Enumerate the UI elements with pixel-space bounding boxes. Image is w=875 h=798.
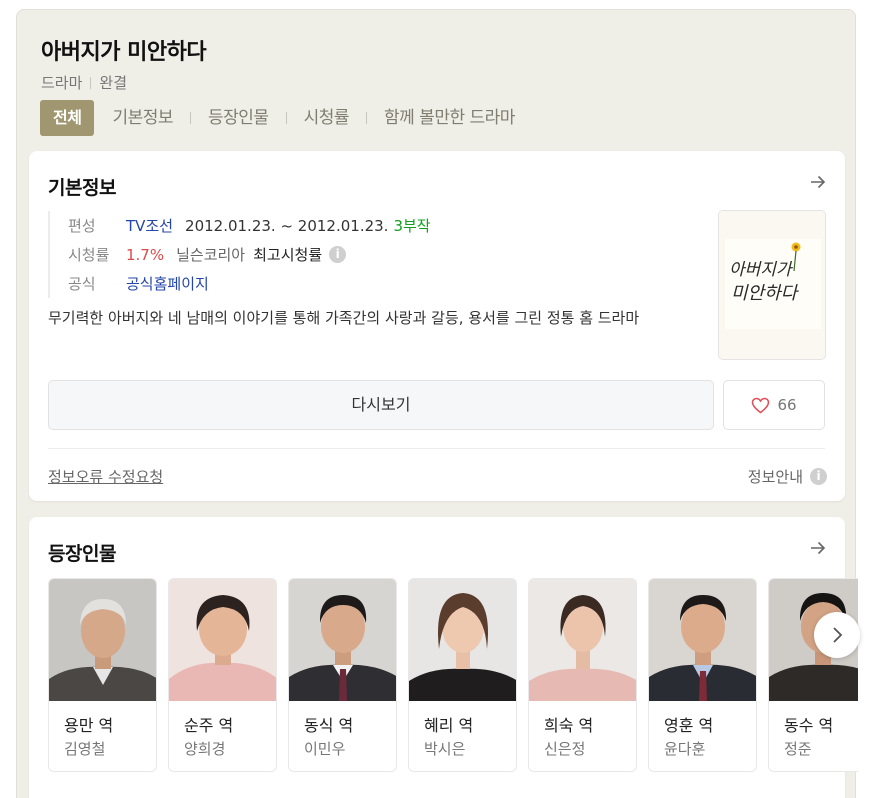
rating-value: 1.7% <box>126 245 165 264</box>
section-divider <box>48 448 825 449</box>
heart-icon <box>752 397 770 413</box>
episode-count: 3부작 <box>393 217 431 235</box>
tab-cast[interactable]: 등장인물 <box>208 100 269 136</box>
actor-name: 김영철 <box>64 740 106 758</box>
role-name: 순주 역 <box>184 716 234 735</box>
cast-member[interactable]: 혜리 역 박시은 <box>408 578 517 772</box>
actor-photo <box>169 579 276 701</box>
actor-name: 정준 <box>784 740 812 758</box>
drama-panel: 아버지가 미안하다 드라마 완결 전체 기본정보 등장인물 시청률 함께 볼만한… <box>16 9 858 798</box>
actor-name: 이민우 <box>304 740 346 758</box>
info-guide-link[interactable]: 정보안내 i <box>748 466 827 487</box>
rating-row: 시청률 1.7% 닐슨코리아 최고시청률 i <box>68 240 431 269</box>
official-homepage-link[interactable]: 공식홈페이지 <box>126 273 209 294</box>
actor-name: 양희경 <box>184 740 226 758</box>
cast-member[interactable]: 영훈 역 윤다훈 <box>648 578 757 772</box>
status-label: 완결 <box>99 74 128 92</box>
cast-carousel: 용만 역 김영철 순주 역 양희경 동식 역 이민우 혜리 역 박시은 희숙 역… <box>48 578 858 773</box>
cast-heading: 등장인물 <box>48 543 116 565</box>
role-name: 영훈 역 <box>664 716 714 735</box>
actor-photo <box>49 579 156 701</box>
official-label: 공식 <box>68 275 96 293</box>
meta-divider <box>90 76 92 89</box>
tab-divider <box>285 112 287 124</box>
cast-member[interactable]: 희숙 역 신은정 <box>528 578 637 772</box>
poster-title-line2: 미안하다 <box>731 283 800 304</box>
tab-divider <box>366 112 367 124</box>
tab-related-dramas[interactable]: 함께 볼만한 드라마 <box>384 100 515 136</box>
tab-ratings[interactable]: 시청률 <box>304 100 350 136</box>
basic-info-card: 기본정보 편성 TV조선 2012.01.23. ~ 2012.01.23. 3… <box>29 151 845 501</box>
poster-title-line1: 아버지가 <box>729 260 794 280</box>
poster-image[interactable]: 아버지가 미안하다 <box>718 210 826 360</box>
cast-member[interactable]: 동수 역 정준 <box>768 578 858 772</box>
rating-note: 최고시청률 <box>253 246 323 264</box>
basic-info-heading: 기본정보 <box>48 177 116 199</box>
tab-basic-info[interactable]: 기본정보 <box>112 100 173 136</box>
synopsis: 무기력한 아버지와 네 남매의 이야기를 통해 가족간의 사랑과 갈등, 용서를… <box>48 309 640 327</box>
info-icon[interactable]: i <box>329 246 347 263</box>
like-count: 66 <box>777 396 797 414</box>
actor-photo <box>649 579 756 701</box>
carousel-next-button[interactable] <box>814 612 860 658</box>
genre-label: 드라마 <box>41 74 83 92</box>
role-name: 동수 역 <box>784 716 834 735</box>
actor-photo <box>529 579 636 701</box>
broadcast-label: 편성 <box>68 217 96 235</box>
broadcast-dates: 2012.01.23. ~ 2012.01.23. <box>185 216 389 235</box>
meta-line: 드라마 완결 <box>41 72 127 93</box>
official-row: 공식 공식홈페이지 <box>68 269 431 298</box>
channel-link[interactable]: TV조선 <box>126 215 173 236</box>
info-icon: i <box>810 468 827 485</box>
chevron-right-icon <box>833 627 843 643</box>
arrow-right-icon[interactable] <box>809 539 827 557</box>
tab-bar: 전체 기본정보 등장인물 시청률 함께 볼만한 드라마 <box>40 100 515 136</box>
page-title: 아버지가 미안하다 <box>41 40 207 65</box>
role-name: 용만 역 <box>64 716 114 735</box>
role-name: 희숙 역 <box>544 716 594 735</box>
broadcast-row: 편성 TV조선 2012.01.23. ~ 2012.01.23. 3부작 <box>68 211 431 240</box>
info-guide-label: 정보안내 <box>747 468 803 486</box>
rewatch-button[interactable]: 다시보기 <box>48 380 714 430</box>
cast-member[interactable]: 동식 역 이민우 <box>288 578 397 772</box>
tab-divider <box>190 112 192 124</box>
like-button[interactable]: 66 <box>723 380 825 430</box>
cast-member[interactable]: 용만 역 김영철 <box>48 578 157 772</box>
actor-name: 박시은 <box>424 740 466 758</box>
actor-name: 신은정 <box>544 740 586 758</box>
actor-photo <box>289 579 396 701</box>
cast-card: 등장인물 용만 역 김영철 순주 역 양희경 동식 역 이민우 혜리 역 박시은… <box>29 517 858 798</box>
role-name: 동식 역 <box>304 716 354 735</box>
cast-member[interactable]: 순주 역 양희경 <box>168 578 277 772</box>
role-name: 혜리 역 <box>424 716 474 735</box>
correction-request-link[interactable]: 정보오류 수정요청 <box>48 466 163 487</box>
rating-label: 시청률 <box>68 246 110 264</box>
rating-source: 닐슨코리아 <box>176 246 246 264</box>
actor-name: 윤다훈 <box>664 740 706 758</box>
info-list: 편성 TV조선 2012.01.23. ~ 2012.01.23. 3부작 시청… <box>48 211 431 298</box>
tab-all[interactable]: 전체 <box>40 100 95 136</box>
arrow-right-icon[interactable] <box>809 173 827 191</box>
actor-photo <box>409 579 516 701</box>
